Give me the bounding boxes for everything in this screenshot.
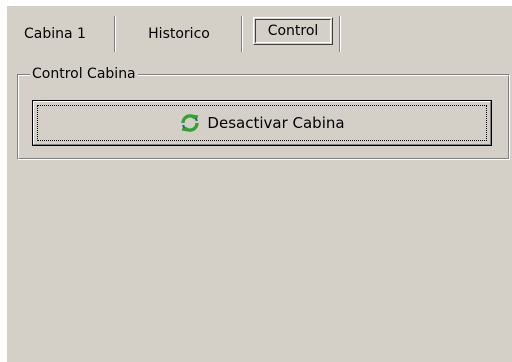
tab-label: Control [267,23,319,39]
tab-label: Cabina 1 [24,26,86,42]
group-title: Control Cabina [30,66,138,82]
tab-cabina-1[interactable]: Cabina 1 [11,14,99,54]
tab-separator [242,16,243,52]
dialog-window: Cabina 1 Historico Control Control Cabin… [7,6,512,362]
desactivar-cabina-button[interactable]: Desactivar Cabina [32,100,492,146]
tab-separator [340,16,341,52]
tab-label: Historico [148,26,210,42]
refresh-icon [181,114,200,132]
button-label: Desactivar Cabina [207,114,345,132]
tab-strip: Cabina 1 Historico Control [7,6,512,58]
tab-historico[interactable]: Historico [125,14,233,54]
tab-control[interactable]: Control [253,11,333,51]
button-content: Desactivar Cabina [33,101,491,145]
tab-separator [115,16,116,52]
